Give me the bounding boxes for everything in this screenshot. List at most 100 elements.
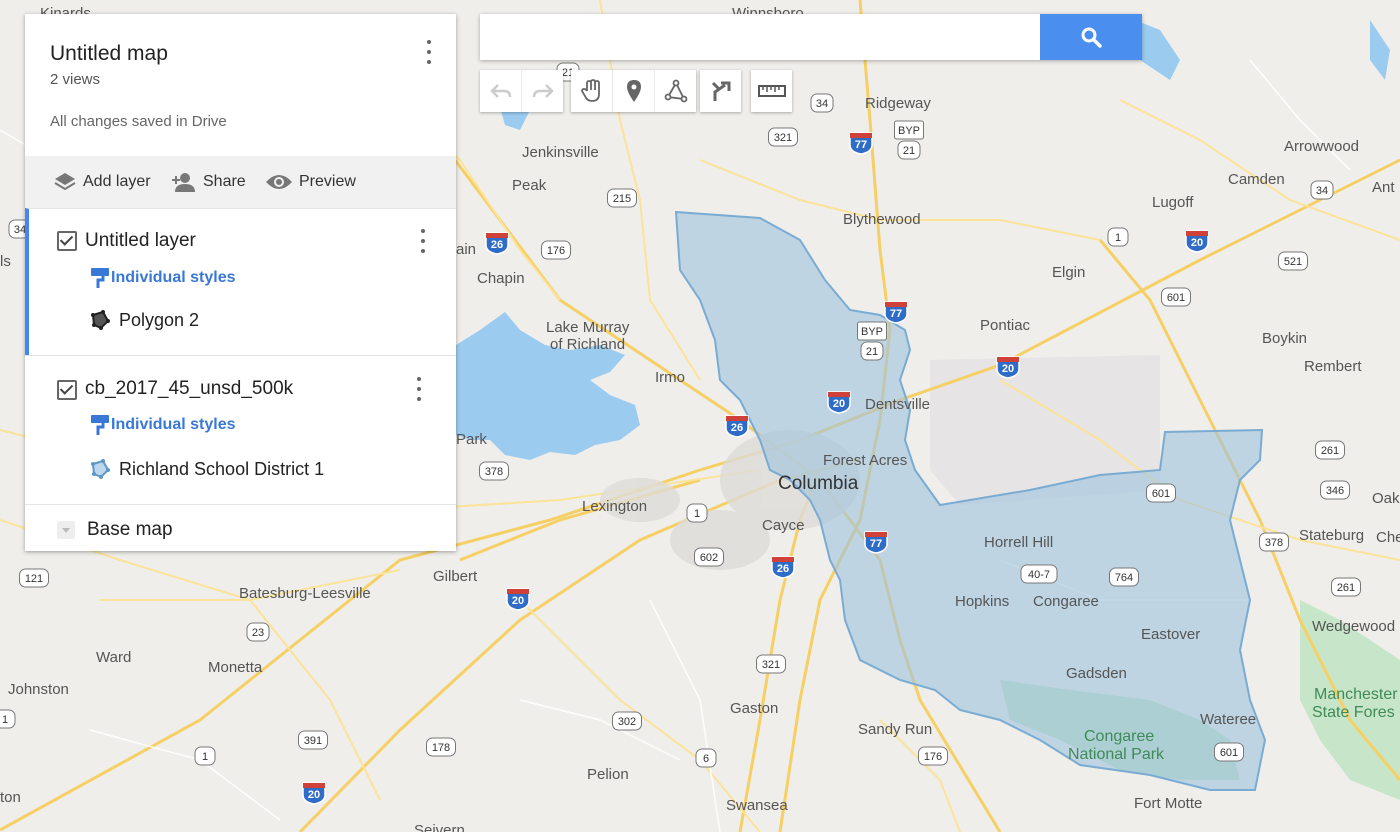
place-label: Eastover xyxy=(1141,626,1200,643)
directions-icon xyxy=(711,81,730,101)
layer-options-icon[interactable] xyxy=(416,377,422,401)
search-button[interactable] xyxy=(1040,14,1142,60)
interstate-shield: 77 xyxy=(884,301,908,324)
base-map-label: Base map xyxy=(87,519,173,540)
paint-roller-icon xyxy=(91,415,109,435)
polygon-icon xyxy=(91,459,110,479)
shield-label: BYP xyxy=(861,326,883,338)
feature-polygon-2[interactable]: Polygon 2 xyxy=(89,309,199,331)
share-label: Share xyxy=(203,173,246,190)
interstate-shield: 26 xyxy=(771,556,795,579)
route-shield: 391 xyxy=(298,730,328,750)
place-label: Sandy Run xyxy=(858,721,932,738)
shield-label: 176 xyxy=(924,751,942,763)
layer-options-icon[interactable] xyxy=(420,229,426,253)
shield-label: 23 xyxy=(252,627,264,639)
interstate-shield: 20 xyxy=(506,588,530,611)
place-label: Dentsville xyxy=(865,396,930,413)
add-person-icon xyxy=(172,173,195,192)
undo-button[interactable] xyxy=(480,70,522,112)
share-button[interactable]: Share xyxy=(171,156,246,208)
map-title[interactable]: Untitled map xyxy=(50,42,168,66)
shield-label: 378 xyxy=(485,466,503,478)
route-shield: 6 xyxy=(695,748,717,768)
place-label: Cayce xyxy=(762,517,805,534)
interstate-shield: 20 xyxy=(302,782,326,805)
layer-name[interactable]: cb_2017_45_unsd_500k xyxy=(85,378,293,400)
route-shield: 1 xyxy=(1107,227,1129,247)
place-label: Elgin xyxy=(1052,264,1085,281)
view-count: 2 views xyxy=(50,71,101,88)
route-shield: 346 xyxy=(1320,480,1350,500)
feature-richland-school-district[interactable]: Richland School District 1 xyxy=(89,458,324,480)
redo-button[interactable] xyxy=(522,70,563,112)
route-shield: 121 xyxy=(19,568,49,588)
map-options-icon[interactable] xyxy=(426,40,432,64)
interstate-shield: 77 xyxy=(849,132,873,155)
route-shield: 40-7 xyxy=(1020,564,1058,584)
shield-label: 764 xyxy=(1115,572,1133,584)
shield-label: 346 xyxy=(1326,485,1344,497)
base-map-section[interactable]: Base map xyxy=(25,504,456,551)
shield-label: 26 xyxy=(731,422,743,434)
shield-label: 176 xyxy=(547,245,565,257)
place-label: Camden xyxy=(1228,171,1285,188)
place-label: Forest Acres xyxy=(823,452,907,469)
shield-label: 378 xyxy=(1265,537,1283,549)
shield-label: 77 xyxy=(890,308,902,320)
route-shield: 378 xyxy=(479,461,509,481)
place-label: Seivern xyxy=(414,822,465,832)
shield-label: 21 xyxy=(866,346,878,358)
layer-name[interactable]: Untitled layer xyxy=(85,230,196,252)
route-shield: 1 xyxy=(194,746,216,766)
layer-checkbox[interactable] xyxy=(57,231,77,251)
preview-button[interactable]: Preview xyxy=(265,156,356,208)
place-label: Wedgewood xyxy=(1312,618,1395,635)
route-shield: 321 xyxy=(756,654,786,674)
place-label: Ridgeway xyxy=(865,95,931,112)
shield-label: 77 xyxy=(870,538,882,550)
place-label: Congaree xyxy=(1084,728,1154,745)
shield-label: 40-7 xyxy=(1028,569,1050,581)
eye-icon xyxy=(266,175,292,189)
add-marker-button[interactable] xyxy=(613,70,655,112)
interstate-shield: 20 xyxy=(827,391,851,414)
add-layer-button[interactable]: Add layer xyxy=(53,156,151,208)
draw-line-button[interactable] xyxy=(655,70,696,112)
layer-checkbox[interactable] xyxy=(57,380,77,400)
place-label: Park xyxy=(456,431,487,448)
shield-label: 601 xyxy=(1220,747,1238,759)
interstate-shield: 20 xyxy=(996,356,1020,379)
directions-group xyxy=(700,70,741,112)
place-label: Gilbert xyxy=(433,568,478,585)
interstate-shield: 26 xyxy=(485,232,509,255)
route-shield: 34 xyxy=(1310,180,1334,200)
place-label: Ward xyxy=(96,649,131,666)
route-shield: 21 xyxy=(860,341,884,361)
search-icon xyxy=(1081,27,1102,48)
individual-styles-link[interactable]: Individual styles xyxy=(89,266,235,290)
search-input[interactable] xyxy=(480,14,1025,60)
shield-label: 178 xyxy=(432,742,450,754)
bypass-shield: BYP xyxy=(857,321,887,341)
individual-styles-link[interactable]: Individual styles xyxy=(89,413,235,437)
shield-label: 21 xyxy=(903,145,915,157)
paint-roller-icon xyxy=(91,268,109,288)
place-label: Lake Murray xyxy=(546,319,630,336)
add-directions-button[interactable] xyxy=(700,70,741,112)
shield-label: 6 xyxy=(703,753,709,765)
expand-triangle-icon[interactable] xyxy=(57,521,75,539)
place-label: Irmo xyxy=(655,369,685,386)
shield-label: 34 xyxy=(816,98,828,110)
shield-label: 321 xyxy=(762,659,780,671)
measure-button[interactable] xyxy=(751,70,792,112)
route-shield: 378 xyxy=(1259,532,1289,552)
shield-label: 26 xyxy=(491,239,503,251)
shield-label: BYP xyxy=(898,125,920,137)
place-label: Batesburg-Leesville xyxy=(239,585,371,602)
place-label: ain xyxy=(456,241,476,258)
select-items-button[interactable] xyxy=(571,70,613,112)
place-label: ls xyxy=(0,253,11,270)
place-label: Stateburg xyxy=(1299,527,1364,544)
place-label: of Richland xyxy=(550,336,625,353)
